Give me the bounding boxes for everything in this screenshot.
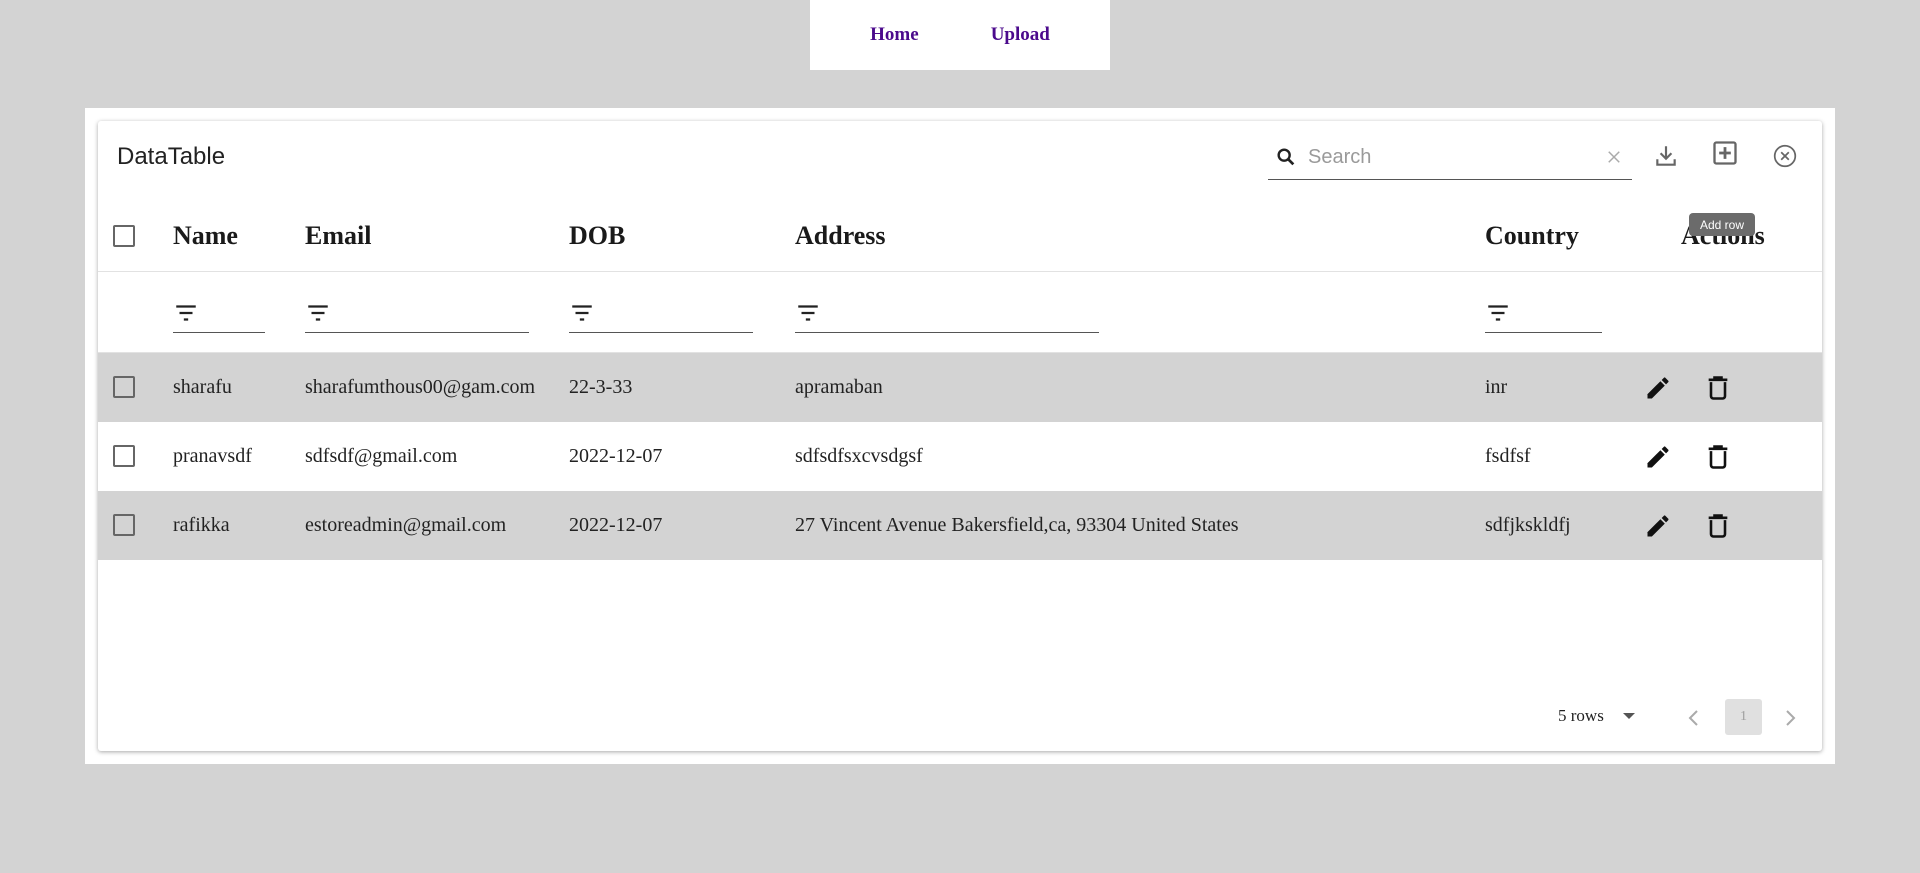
column-header-country[interactable]: Country [1485, 201, 1579, 271]
filter-icon [569, 300, 595, 331]
add-row-tooltip: Add row [1689, 213, 1755, 236]
close-icon[interactable] [1596, 148, 1632, 166]
cell-email: sdfsdf@gmail.com [305, 445, 458, 467]
cell-dob: 2022-12-07 [569, 514, 663, 536]
circle-close-icon[interactable] [1770, 141, 1800, 171]
nav-link-home[interactable]: Home [870, 24, 919, 46]
previous-page-icon[interactable] [1686, 709, 1702, 732]
current-page-button[interactable]: 1 [1725, 699, 1762, 735]
filter-row [98, 272, 1822, 353]
filter-address[interactable] [795, 298, 1099, 333]
cell-dob: 2022-12-07 [569, 445, 663, 467]
select-all-checkbox[interactable] [113, 225, 135, 247]
column-header-email[interactable]: Email [305, 201, 371, 271]
table-title: DataTable [117, 143, 226, 170]
filter-icon [1485, 300, 1511, 331]
rows-per-page-select[interactable]: 5 rows [1558, 706, 1636, 726]
cell-dob: 22-3-33 [569, 376, 633, 398]
filter-icon [795, 300, 821, 331]
table-row: rafikka estoreadmin@gmail.com 2022-12-07… [98, 491, 1822, 560]
cell-name: rafikka [173, 514, 230, 536]
table-header-row: Name Email DOB Address Country Actions [98, 201, 1822, 272]
cell-address: sdfsdfsxcvsdgsf [795, 445, 923, 467]
column-header-name[interactable]: Name [173, 201, 238, 271]
filter-icon [173, 300, 199, 331]
table-row: pranavsdf sdfsdf@gmail.com 2022-12-07 sd… [98, 422, 1822, 491]
column-header-dob[interactable]: DOB [569, 201, 625, 271]
download-icon[interactable] [1651, 141, 1681, 171]
next-page-icon[interactable] [1782, 709, 1798, 732]
rows-per-page-label: 5 rows [1558, 706, 1604, 725]
search-input[interactable] [1304, 145, 1596, 169]
filter-icon [305, 300, 331, 331]
cell-country: sdfjkskldfj [1485, 514, 1571, 536]
column-header-address[interactable]: Address [795, 201, 886, 271]
top-navigation: Home Upload [810, 0, 1110, 70]
table-row: sharafu sharafumthous00@gam.com 22-3-33 … [98, 353, 1822, 422]
search-box [1268, 135, 1632, 180]
edit-pencil-icon[interactable] [1644, 443, 1672, 476]
trash-icon[interactable] [1704, 512, 1732, 545]
cell-address: apramaban [795, 376, 883, 398]
trash-icon[interactable] [1704, 374, 1732, 407]
trash-icon[interactable] [1704, 443, 1732, 476]
filter-country[interactable] [1485, 298, 1602, 333]
cell-address: 27 Vincent Avenue Bakersfield,ca, 93304 … [795, 514, 1239, 536]
cell-email: sharafumthous00@gam.com [305, 376, 536, 398]
cell-country: fsdfsf [1485, 445, 1531, 467]
cell-email: estoreadmin@gmail.com [305, 514, 507, 536]
nav-link-upload[interactable]: Upload [991, 24, 1050, 46]
cell-country: inr [1485, 376, 1508, 398]
edit-pencil-icon[interactable] [1644, 512, 1672, 545]
filter-email[interactable] [305, 298, 529, 333]
datatable-card: DataTable Add row Name Email DOB Address… [98, 121, 1822, 751]
row-checkbox[interactable] [113, 514, 135, 536]
cell-name: sharafu [173, 376, 232, 398]
add-box-icon[interactable] [1709, 137, 1741, 169]
column-header-actions: Actions [1681, 201, 1765, 271]
filter-name[interactable] [173, 298, 265, 333]
search-icon [1268, 146, 1304, 168]
row-checkbox[interactable] [113, 445, 135, 467]
edit-pencil-icon[interactable] [1644, 374, 1672, 407]
chevron-down-icon [1622, 706, 1636, 726]
filter-dob[interactable] [569, 298, 753, 333]
row-checkbox[interactable] [113, 376, 135, 398]
cell-name: pranavsdf [173, 445, 252, 467]
